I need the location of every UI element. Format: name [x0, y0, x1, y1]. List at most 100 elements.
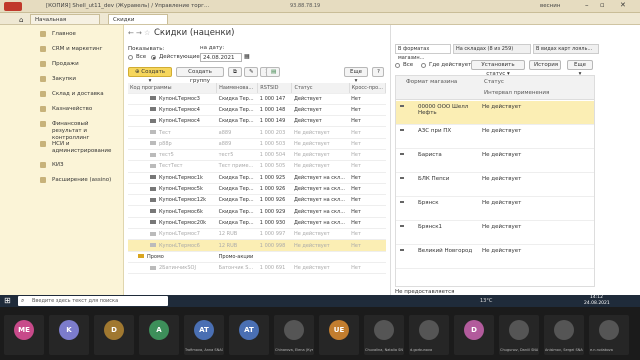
table-row[interactable]: КупонLТермос12k Скидка Тер... 1 000 926 Дей… — [128, 194, 386, 207]
all-radio[interactable] — [128, 55, 133, 60]
right-all-radio[interactable] — [395, 63, 400, 68]
participant-tile[interactable]: K — [49, 315, 89, 355]
participant-tile[interactable]: UE — [319, 315, 359, 355]
cell-cross: Нет — [349, 126, 386, 139]
cell-cross: Нет — [349, 160, 386, 173]
format-name: 00000 ООО Шелл Нефть — [418, 104, 469, 116]
active-radio[interactable] — [151, 55, 156, 60]
list-item[interactable]: Великий Новгород Не действует — [396, 245, 594, 269]
cell-text: 12 RUB — [218, 242, 238, 249]
cell-text: 2БатинчикSOJ — [159, 265, 196, 272]
participant-tile[interactable]: ME — [4, 315, 44, 355]
table-row[interactable]: 2БатинчикSOJ Батончик S... 1 000 691 Не дей… — [128, 262, 386, 275]
taskbar-search[interactable]: ⌕ Введите здесь текст для поиска — [18, 296, 168, 306]
list-item[interactable]: Бариста Не действует — [396, 149, 594, 173]
cell-name: Скидка Тер... — [216, 183, 258, 196]
set-status-button[interactable]: Установить статус ▾ — [471, 60, 525, 77]
create-button[interactable]: ⊕ Создать ▾ — [128, 67, 172, 84]
list-item[interactable]: АЗС при ПХ Не действует — [396, 125, 594, 149]
tab-home[interactable]: ⌂Начальная страница — [19, 14, 100, 33]
col-right-status: Статус — [484, 79, 504, 85]
list-item[interactable]: 00000 ООО Шелл Нефть Не действует — [396, 101, 594, 125]
table-row[interactable]: Тест а889 1 000 203 Не действует Нет — [128, 126, 386, 139]
cell-code: КупонLТермос7 — [128, 228, 217, 241]
calendar-icon[interactable]: ▦ — [244, 53, 250, 60]
table-row[interactable]: КупонLТермос4 Скидка Тер... 1 000 149 Дейст… — [128, 115, 386, 128]
format-status: Не действует — [482, 224, 522, 230]
participant-tile[interactable]: d.gorbunova — [409, 315, 449, 355]
table-row[interactable]: КупонLТермос6k Скидка Тер... 1 000 929 Дейс… — [128, 205, 386, 218]
cell-text: Тест приме... — [218, 163, 254, 170]
right-tab-formats[interactable]: В форматах магазин... — [395, 44, 451, 61]
participant-tile[interactable]: e.n.rudakova — [589, 315, 629, 355]
col-code[interactable]: Код программы — [128, 83, 218, 94]
cell-text: КупонLТермос5k — [159, 186, 203, 193]
list-item[interactable]: БЛК Пепси Не действует — [396, 173, 594, 197]
participant-tile[interactable]: AT Trofimova, Anna SNAO-PX/ERX — [184, 315, 224, 355]
table-row[interactable]: КупонLТермос7 12 RUB 1 000 997 Не действует… — [128, 228, 386, 241]
nsi-icon — [40, 141, 46, 147]
table-row[interactable]: КупонLТермос3 Скидка Тер... 1 000 147 Дейст… — [128, 93, 386, 105]
maximize-icon[interactable]: ▫ — [600, 1, 605, 9]
cell-text: Нет — [351, 219, 361, 226]
table-row[interactable]: р88р а889 1 000 503 Не действует Нет — [128, 138, 386, 150]
more-button[interactable]: Еще ▾ — [344, 67, 368, 84]
where-active-radio[interactable] — [421, 63, 426, 68]
list-item[interactable]: Брянск Не действует — [396, 197, 594, 221]
table-row[interactable]: КупонLТермос1k Скидка Тер... 1 000 925 Дейс… — [128, 172, 386, 184]
cell-status: Не действует — [291, 228, 350, 241]
cell-name: Скидка Тер... — [216, 217, 258, 230]
table-row[interactable]: Промо Промо-акции — [128, 251, 386, 263]
table-row[interactable]: КупонLТермос6 12 RUB 1 000 998 Не действует… — [128, 239, 386, 252]
table-row[interactable]: КупонLТермос5k Скидка Тер... 1 000 926 Дейс… — [128, 183, 386, 196]
participant-tile[interactable]: Chugunov, Daniil SNAO-DKE/12 — [499, 315, 539, 355]
participant-tile[interactable]: D — [94, 315, 134, 355]
participant-tile[interactable]: AT — [229, 315, 269, 355]
col-cross[interactable]: Кросс-про... — [349, 83, 387, 94]
cell-text: Действует на скл... — [293, 197, 345, 204]
date-label: на дату: — [200, 45, 225, 51]
participant-tile[interactable]: D — [454, 315, 494, 355]
row-marker-icon — [400, 201, 404, 203]
cell-status: Не действует — [291, 149, 350, 162]
table-row[interactable]: ТестТест Тест приме... 1 000 505 Не действу… — [128, 160, 386, 173]
participant-tile[interactable]: Anisimov, Sergei SNAO-PXE/NO — [544, 315, 584, 355]
create-group-button[interactable]: Создать группу — [176, 67, 224, 84]
cell-text: Нет — [351, 265, 361, 272]
right-more-button[interactable]: Еще ▾ — [567, 60, 593, 77]
row-marker-icon — [400, 249, 404, 251]
right-tab-loyalty[interactable]: В видах карт лояль... — [533, 44, 599, 54]
cell-status: Не действует — [291, 239, 350, 252]
clock-date: 24.08.2021 — [584, 301, 610, 306]
date-field[interactable]: 24.08.2021 — [200, 53, 242, 62]
participant-tile[interactable]: A — [139, 315, 179, 355]
table-row[interactable]: КупонLТермос20k Скидка Тер... 1 000 930 Дей… — [128, 217, 386, 230]
back-icon[interactable]: ← — [128, 29, 134, 37]
cell-text: КупонLТермос7 — [159, 231, 200, 238]
cell-code: 2БатинчикSOJ — [128, 262, 217, 275]
right-tab-warehouses[interactable]: На складах (8 из 259) — [453, 44, 531, 54]
discount-icon — [150, 130, 156, 135]
participant-tile[interactable]: Chuvalina, Natalia SNAO-PX/OR — [364, 315, 404, 355]
table-row[interactable]: КупонLТермос4 Скидка Тер... 1 000 148 Дейст… — [128, 104, 386, 117]
list-item[interactable]: Брянск1 Не действует — [396, 221, 594, 245]
participant-tile[interactable]: Chinarova, Elena (Кузьма) — [274, 315, 314, 355]
close-icon[interactable]: ✕ — [620, 1, 626, 9]
col-status[interactable]: Статус — [291, 83, 350, 94]
edit-icon[interactable]: ✎ — [244, 67, 258, 77]
favorite-icon[interactable]: ☆ — [144, 29, 150, 37]
cell-text: КупонLТермос6k — [159, 208, 203, 215]
table-row[interactable]: тест5 тест5 1 000 504 Не действует Нет — [128, 149, 386, 162]
forward-icon[interactable]: → — [136, 29, 142, 37]
col-id[interactable]: RSTSID — [257, 83, 293, 94]
windows-start-icon[interactable]: ⊞ — [4, 296, 11, 305]
help-button[interactable]: ? — [372, 67, 384, 77]
excel-icon[interactable]: ▤ — [266, 67, 280, 77]
minimize-icon[interactable]: – — [585, 1, 589, 9]
col-name[interactable]: Наименова... — [216, 83, 259, 94]
tab-discounts[interactable]: Скидки (наценки) — [108, 14, 168, 33]
row-marker-icon — [400, 153, 404, 155]
copy-icon[interactable]: ⧉ — [228, 67, 242, 77]
cell-text: Скидка Тер... — [218, 106, 254, 113]
history-button[interactable]: История — [529, 60, 561, 70]
